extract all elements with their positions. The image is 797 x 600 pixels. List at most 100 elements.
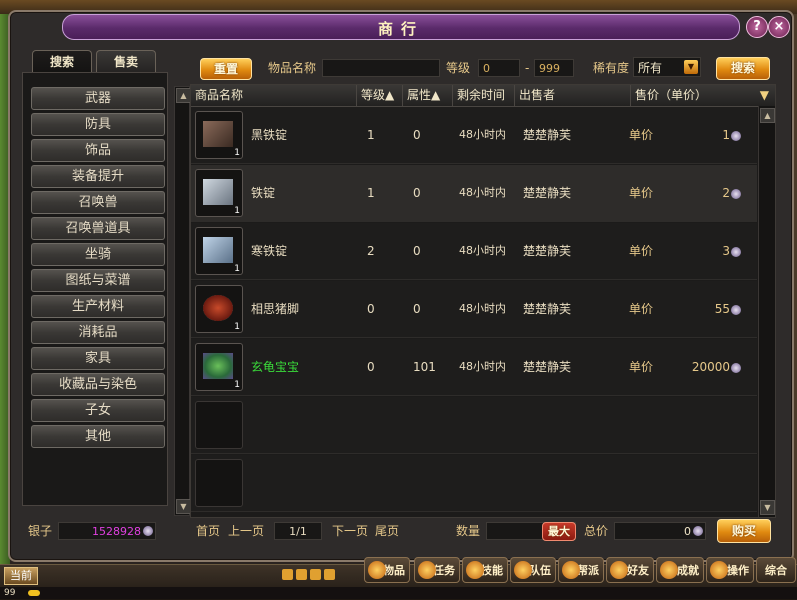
category-scrollbar[interactable]: ▲ ▼ bbox=[174, 86, 191, 516]
help-icon[interactable]: ? bbox=[746, 16, 768, 38]
level-max-input[interactable]: 999 bbox=[534, 59, 574, 77]
table-row[interactable]: 1 寒铁锭 2 0 48小时内 楚楚静芙 单价 3 bbox=[191, 223, 757, 280]
category-summon-items[interactable]: 召唤兽道具 bbox=[31, 217, 165, 240]
prev-page-link[interactable]: 上一页 bbox=[228, 522, 264, 540]
search-button[interactable]: 搜索 bbox=[716, 57, 770, 80]
menu-achievements-button[interactable]: 成就 bbox=[656, 557, 704, 583]
header-item-name[interactable]: 商品名称 bbox=[191, 85, 357, 106]
achievements-icon bbox=[660, 561, 678, 579]
sort-arrow-icon[interactable]: ▼ bbox=[760, 85, 769, 106]
empty-slot-icon bbox=[195, 459, 243, 507]
emote-icon[interactable] bbox=[282, 569, 293, 580]
header-level[interactable]: 等级▲ bbox=[357, 85, 403, 106]
item-slot[interactable]: 1 bbox=[195, 285, 243, 333]
reset-button[interactable]: 重置 bbox=[200, 58, 252, 80]
scroll-up-icon[interactable]: ▲ bbox=[176, 88, 191, 103]
exp-fill bbox=[28, 590, 40, 596]
iron-ingot-icon bbox=[203, 179, 233, 205]
table-row[interactable]: 1 玄龟宝宝 0 101 48小时内 楚楚静芙 单价 20000 bbox=[191, 339, 757, 396]
menu-guild-label: 帮派 bbox=[577, 564, 599, 577]
menu-achievements-label: 成就 bbox=[677, 564, 699, 577]
last-page-link[interactable]: 尾页 bbox=[375, 522, 399, 540]
level-label: 等级 bbox=[446, 61, 471, 75]
item-name-input[interactable] bbox=[322, 59, 440, 77]
item-price: 1 bbox=[722, 107, 741, 163]
table-row[interactable]: 1 黑铁锭 1 0 48小时内 楚楚静芙 单价 1 bbox=[191, 107, 757, 164]
category-weapon[interactable]: 武器 bbox=[31, 87, 165, 110]
emote-icon[interactable] bbox=[296, 569, 307, 580]
item-quantity: 1 bbox=[234, 322, 240, 332]
menu-items-button[interactable]: 物品 bbox=[364, 557, 410, 583]
first-page-link[interactable]: 首页 bbox=[196, 522, 220, 540]
item-slot[interactable]: 1 bbox=[195, 227, 243, 275]
level-min-input[interactable]: 0 bbox=[478, 59, 520, 77]
price-unit-label: 单价 bbox=[629, 128, 654, 142]
category-mount[interactable]: 坐骑 bbox=[31, 243, 165, 266]
scroll-down-icon[interactable]: ▼ bbox=[176, 499, 191, 514]
emote-icon[interactable] bbox=[324, 569, 335, 580]
empty-slot-icon bbox=[195, 401, 243, 449]
pig-trotter-icon bbox=[203, 295, 233, 321]
table-row[interactable]: 1 相思猪脚 0 0 48小时内 楚楚静芙 单价 55 bbox=[191, 281, 757, 338]
category-blueprints-recipes[interactable]: 图纸与菜谱 bbox=[31, 269, 165, 292]
item-scrollbar[interactable]: ▲ ▼ bbox=[758, 106, 775, 517]
category-list: 武器 防具 饰品 装备提升 召唤兽 召唤兽道具 坐骑 图纸与菜谱 生产材料 消耗… bbox=[22, 72, 168, 506]
category-furniture[interactable]: 家具 bbox=[31, 347, 165, 370]
item-price-value: 2 bbox=[722, 186, 730, 200]
header-price[interactable]: 售价（单价） ▼ bbox=[631, 85, 775, 106]
menu-guild-button[interactable]: 帮派 bbox=[558, 557, 604, 583]
title-bar[interactable]: 商行 bbox=[62, 14, 740, 40]
category-summon[interactable]: 召唤兽 bbox=[31, 191, 165, 214]
category-accessory[interactable]: 饰品 bbox=[31, 139, 165, 162]
item-level: 0 bbox=[367, 360, 375, 374]
menu-skills-button[interactable]: 技能 bbox=[462, 557, 508, 583]
emote-icons[interactable] bbox=[282, 569, 342, 583]
item-seller: 楚楚静芙 bbox=[523, 186, 572, 200]
category-equip-upgrade[interactable]: 装备提升 bbox=[31, 165, 165, 188]
tab-sell[interactable]: 售卖 bbox=[96, 50, 156, 73]
emote-icon[interactable] bbox=[310, 569, 321, 580]
items-icon bbox=[368, 561, 386, 579]
item-name: 铁锭 bbox=[251, 186, 276, 200]
coin-icon bbox=[731, 246, 741, 257]
item-slot[interactable]: 1 bbox=[195, 169, 243, 217]
scroll-up-icon[interactable]: ▲ bbox=[760, 108, 775, 123]
header-time-left[interactable]: 剩余时间 bbox=[453, 85, 515, 106]
category-armor[interactable]: 防具 bbox=[31, 113, 165, 136]
operations-icon bbox=[710, 561, 728, 579]
header-attribute[interactable]: 属性▲ bbox=[403, 85, 453, 106]
category-consumables[interactable]: 消耗品 bbox=[31, 321, 165, 344]
category-materials[interactable]: 生产材料 bbox=[31, 295, 165, 318]
item-slot[interactable]: 1 bbox=[195, 343, 243, 391]
category-other[interactable]: 其他 bbox=[31, 425, 165, 448]
player-level: 99 bbox=[4, 588, 16, 598]
menu-operations-button[interactable]: 操作 bbox=[706, 557, 754, 583]
item-level: 2 bbox=[367, 244, 375, 258]
category-collectibles-dyes[interactable]: 收藏品与染色 bbox=[31, 373, 165, 396]
tab-search[interactable]: 搜索 bbox=[32, 50, 92, 73]
close-icon[interactable]: × bbox=[768, 16, 790, 38]
price-unit-label: 单价 bbox=[629, 302, 654, 316]
item-slot[interactable]: 1 bbox=[195, 111, 243, 159]
category-children[interactable]: 子女 bbox=[31, 399, 165, 422]
chat-channel-button[interactable]: 当前 bbox=[4, 567, 38, 585]
rarity-label: 稀有度 bbox=[593, 61, 630, 75]
header-seller[interactable]: 出售者 bbox=[515, 85, 631, 106]
rarity-value: 所有 bbox=[638, 61, 663, 75]
rarity-select[interactable]: 所有 ▼ bbox=[633, 57, 701, 77]
chevron-down-icon[interactable]: ▼ bbox=[684, 60, 698, 74]
buy-button[interactable]: 购买 bbox=[717, 519, 771, 543]
table-row[interactable]: 1 铁锭 1 0 48小时内 楚楚静芙 单价 2 bbox=[191, 165, 757, 222]
menu-team-button[interactable]: 队伍 bbox=[510, 557, 556, 583]
total-coin-icon bbox=[693, 526, 703, 536]
level-separator: - bbox=[525, 61, 530, 75]
menu-friends-button[interactable]: 好友 bbox=[606, 557, 654, 583]
guild-icon bbox=[562, 561, 580, 579]
scroll-down-icon[interactable]: ▼ bbox=[760, 500, 775, 515]
menu-quest-button[interactable]: 任务 bbox=[414, 557, 460, 583]
quantity-label: 数量 bbox=[456, 524, 481, 538]
menu-general-button[interactable]: 综合 bbox=[756, 557, 796, 583]
next-page-link[interactable]: 下一页 bbox=[332, 522, 368, 540]
turtle-pet-icon bbox=[203, 353, 233, 379]
max-button[interactable]: 最大 bbox=[542, 522, 576, 541]
